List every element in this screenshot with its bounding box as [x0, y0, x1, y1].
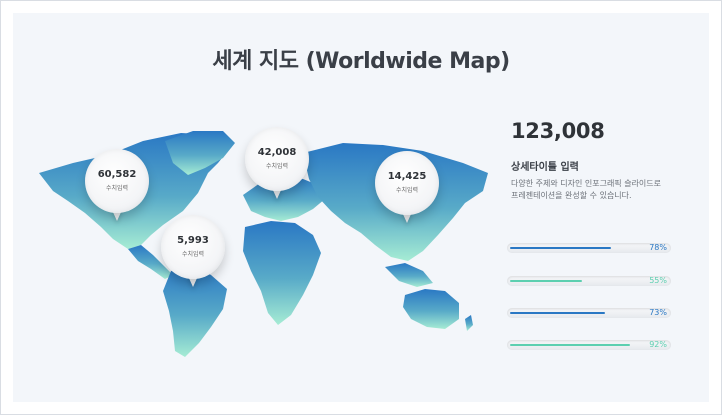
southeast-asia-shape	[385, 263, 433, 287]
map-pin-south-america[interactable]: 5,993 수치입력	[161, 215, 225, 287]
progress-fill	[510, 344, 630, 346]
pin-bubble	[245, 127, 309, 191]
description: 다양한 주제와 디자인 인포그래픽 슬라이드로 프레젠테이션을 완성할 수 있습…	[511, 178, 691, 202]
pin-label: 수치입력	[265, 163, 289, 170]
map-pin-europe[interactable]: 42,008 수치입력	[245, 127, 309, 199]
progress-percent: 73%	[649, 308, 667, 317]
description-line: 다양한 주제와 디자인 인포그래픽 슬라이드로	[511, 179, 662, 188]
africa-shape	[243, 221, 321, 325]
new-zealand-shape	[465, 315, 473, 331]
progress-percent: 92%	[649, 340, 667, 349]
slide-frame: 세계 지도 (Worldwide Map) 60,582 수치입력 42,008…	[0, 0, 722, 415]
pin-label: 수치입력	[395, 187, 419, 194]
map-pin-north-america[interactable]: 60,582 수치입력	[85, 149, 149, 221]
progress-fill	[510, 312, 605, 314]
total-value: 123,008	[511, 119, 605, 143]
detail-title: 상세타이틀 입력	[511, 162, 579, 173]
australia-shape	[403, 289, 459, 329]
pin-bubble	[85, 149, 149, 213]
progress-fill	[510, 247, 611, 249]
pin-value: 60,582	[97, 169, 137, 180]
pin-value: 5,993	[177, 235, 209, 246]
progress-bar-4: 92%	[507, 340, 671, 350]
progress-bar-3: 73%	[507, 308, 671, 318]
map-pin-asia[interactable]: 14,425 수치입력	[375, 151, 439, 223]
slide: 세계 지도 (Worldwide Map) 60,582 수치입력 42,008…	[13, 13, 709, 402]
pin-bubble	[375, 151, 439, 215]
pin-label: 수치입력	[105, 185, 129, 192]
progress-percent: 55%	[649, 276, 667, 285]
progress-bar-2: 55%	[507, 276, 671, 286]
pin-label: 수치입력	[181, 251, 205, 258]
progress-percent: 78%	[649, 243, 667, 252]
pin-value: 14,425	[387, 171, 427, 182]
progress-bar-1: 78%	[507, 243, 671, 253]
pin-bubble	[161, 215, 225, 279]
pin-value: 42,008	[257, 147, 297, 158]
description-line: 프레젠테이션을 완성할 수 있습니다.	[511, 191, 632, 200]
progress-fill	[510, 280, 582, 282]
